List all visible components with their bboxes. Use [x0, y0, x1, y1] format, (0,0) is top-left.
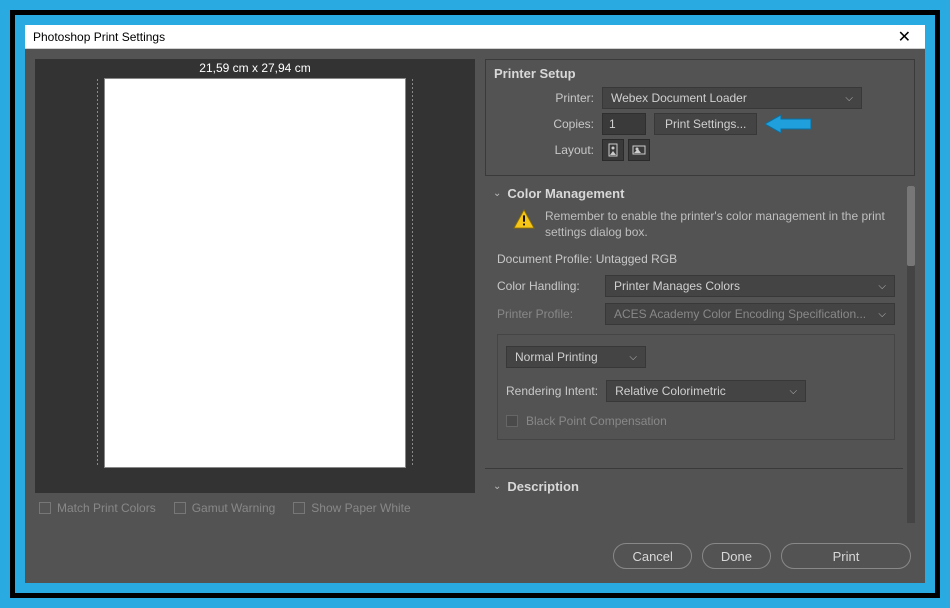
printing-sub-panel: Normal Printing ⌵ Rendering Intent: Rela…: [497, 334, 895, 440]
chevron-down-icon: ⌵: [845, 93, 853, 104]
close-icon[interactable]: ✕: [892, 27, 917, 47]
chevron-down-icon: ⌵: [629, 352, 637, 363]
checkbox-icon: [174, 502, 186, 514]
black-point-compensation-label: Black Point Compensation: [526, 414, 667, 428]
copies-label: Copies:: [534, 117, 594, 131]
color-management-warning: Remember to enable the printer's color m…: [545, 209, 895, 240]
check-show-paper-white: Show Paper White: [293, 501, 410, 515]
checkbox-icon: [39, 502, 51, 514]
checkbox-icon: [293, 502, 305, 514]
print-settings-button[interactable]: Print Settings...: [654, 113, 757, 135]
check-gamut-warning: Gamut Warning: [174, 501, 276, 515]
printer-profile-label: Printer Profile:: [497, 307, 597, 321]
print-button[interactable]: Print: [781, 543, 911, 569]
chevron-down-icon: ⌄: [493, 188, 501, 199]
layout-landscape-button[interactable]: [628, 139, 650, 161]
printer-setup-title: Printer Setup: [494, 66, 906, 81]
check-match-print-colors: Match Print Colors: [39, 501, 156, 515]
print-settings-dialog: Photoshop Print Settings ✕ 21,59 cm x 27…: [25, 25, 925, 583]
chevron-down-icon: ⌵: [789, 386, 797, 397]
layout-portrait-button[interactable]: [602, 139, 624, 161]
rendering-intent-label: Rendering Intent:: [506, 384, 598, 398]
scrollbar-track[interactable]: [907, 186, 915, 523]
chevron-down-icon: ⌵: [878, 309, 886, 320]
description-toggle[interactable]: ⌄ Description: [493, 479, 895, 494]
chevron-down-icon: ⌄: [493, 481, 501, 492]
printer-profile-select: ACES Academy Color Encoding Specificatio…: [605, 303, 895, 325]
preview-page: [105, 79, 405, 467]
color-handling-label: Color Handling:: [497, 279, 597, 293]
print-preview: 21,59 cm x 27,94 cm: [35, 59, 475, 493]
printer-setup-panel: Printer Setup Printer: Webex Document Lo…: [485, 59, 915, 176]
layout-label: Layout:: [534, 143, 594, 157]
printer-select[interactable]: Webex Document Loader ⌵: [602, 87, 862, 109]
cancel-button[interactable]: Cancel: [613, 543, 691, 569]
copies-input[interactable]: [602, 113, 646, 135]
chevron-down-icon: ⌵: [878, 281, 886, 292]
color-management-panel: ⌄ Color Management Remember to enable th…: [485, 186, 903, 450]
printer-label: Printer:: [534, 91, 594, 105]
rendering-intent-select[interactable]: Relative Colorimetric ⌵: [606, 380, 806, 402]
done-button[interactable]: Done: [702, 543, 771, 569]
document-profile: Document Profile: Untagged RGB: [493, 248, 895, 272]
printing-mode-select[interactable]: Normal Printing ⌵: [506, 346, 646, 368]
scrollbar-thumb[interactable]: [907, 186, 915, 266]
color-handling-select[interactable]: Printer Manages Colors ⌵: [605, 275, 895, 297]
checkbox-icon: [506, 415, 518, 427]
arrow-hint-icon: [765, 113, 811, 135]
description-panel: ⌄ Description: [485, 468, 903, 508]
warning-icon: [513, 209, 535, 232]
preview-dimensions: 21,59 cm x 27,94 cm: [199, 59, 310, 77]
window-title: Photoshop Print Settings: [33, 30, 165, 44]
color-management-toggle[interactable]: ⌄ Color Management: [493, 186, 895, 201]
